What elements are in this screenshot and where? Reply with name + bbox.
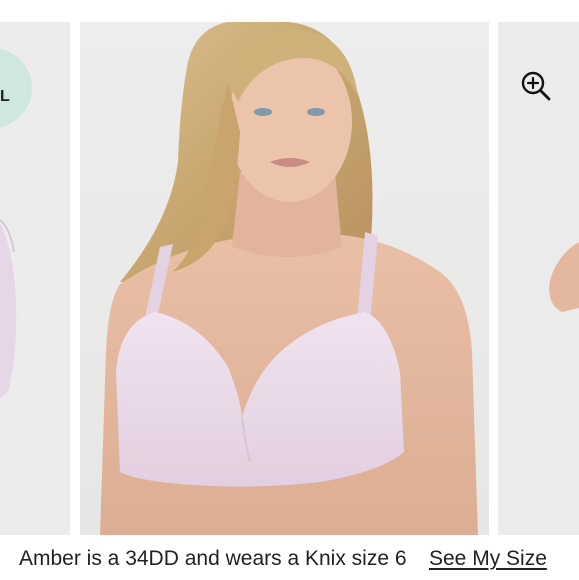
model-illustration (100, 22, 478, 535)
see-my-size-link[interactable]: See My Size (429, 547, 547, 571)
previous-product-image[interactable]: L (0, 22, 70, 535)
model-size-info: Amber is a 34DD and wears a Knix size 6 (19, 547, 407, 570)
main-product-image[interactable] (80, 22, 489, 535)
badge-label: L (0, 88, 10, 105)
zoom-button[interactable] (519, 69, 553, 103)
size-caption-bar: Amber is a 34DD and wears a Knix size 6 … (0, 535, 579, 580)
zoom-in-icon (521, 71, 551, 101)
product-image-gallery: L (0, 22, 579, 535)
